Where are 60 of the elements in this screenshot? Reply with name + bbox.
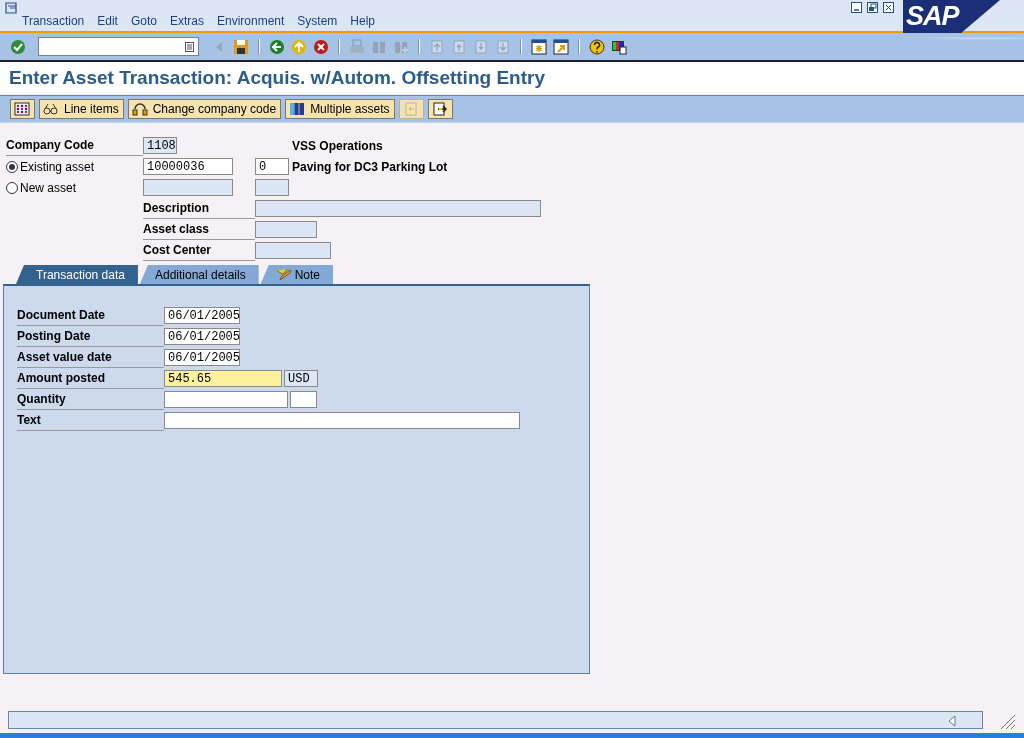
tab[interactable]: Note [260,265,334,284]
input-field[interactable] [255,242,331,259]
export-icon[interactable] [427,99,453,119]
glasses-icon [43,102,59,116]
menu-item[interactable]: Edit [97,14,118,28]
screen-title: Enter Asset Transaction: Acquis. w/Autom. Offsetting Entry [9,67,545,89]
field-label: Asset value date [17,347,164,368]
menu-item[interactable]: Transaction [22,14,85,28]
back-icon[interactable] [269,38,285,55]
toolbar-button[interactable]: Change company code [127,99,282,119]
tab[interactable]: Transaction data [16,265,138,284]
field-label: Posting Date [17,326,164,347]
palette-icon[interactable] [611,38,627,55]
list-icon [185,41,194,52]
checkmark-icon[interactable] [10,38,26,55]
company-code-field[interactable]: 1108 [143,137,177,154]
input-field[interactable] [164,391,288,408]
asset-description: Paving for DC3 Parking Lot [292,159,448,174]
menu-item[interactable]: Help [350,14,376,28]
radio-button[interactable]: Existing asset [6,157,143,176]
columns-icon [289,102,306,116]
grid-icon[interactable] [10,99,35,119]
menu-item[interactable]: Goto [130,14,157,28]
company-name: VSS Operations [292,138,383,153]
unit-field[interactable] [290,391,317,408]
toolbar-button[interactable]: Multiple assets [285,99,395,119]
menu-item[interactable]: Extras [169,14,204,28]
field-label: Amount posted [17,368,164,389]
command-field[interactable] [38,37,199,56]
sub-number-field[interactable]: 0 [255,158,289,175]
help-icon[interactable] [589,38,605,55]
shortcut-icon[interactable] [553,38,569,55]
headset-icon [131,102,148,116]
minimize-icon[interactable] [851,2,862,13]
menu-item[interactable]: Environment [216,14,285,28]
triangle-icon[interactable] [947,715,957,727]
menu-icon[interactable] [5,2,19,14]
field-label: Text [17,410,164,431]
field-label: Quantity [17,389,164,410]
toolbar-button[interactable]: Line items [39,99,124,119]
input-field[interactable] [255,200,541,217]
menu-item[interactable]: System [297,14,338,28]
input-field[interactable]: 545.65 [164,370,282,387]
input-field[interactable]: 06/01/2005 [164,307,240,324]
asset-number-field[interactable]: 10000036 [143,158,233,175]
input-field[interactable] [164,412,520,429]
field-label: Document Date [17,305,164,326]
up-arrow-icon[interactable] [291,38,307,55]
close-icon[interactable] [883,2,894,13]
asset-number-field[interactable] [143,179,233,196]
tab[interactable]: Additional details [139,265,259,284]
input-field[interactable] [255,221,317,238]
new-window-icon[interactable] [531,38,547,55]
restore-icon[interactable] [867,2,878,13]
input-field[interactable]: 06/01/2005 [164,328,240,345]
currency-field[interactable]: USD [284,370,318,387]
radio-button[interactable]: New asset [6,178,143,197]
sub-number-field[interactable] [255,179,289,196]
cancel-icon[interactable] [313,38,329,55]
input-field[interactable]: 06/01/2005 [164,349,240,366]
